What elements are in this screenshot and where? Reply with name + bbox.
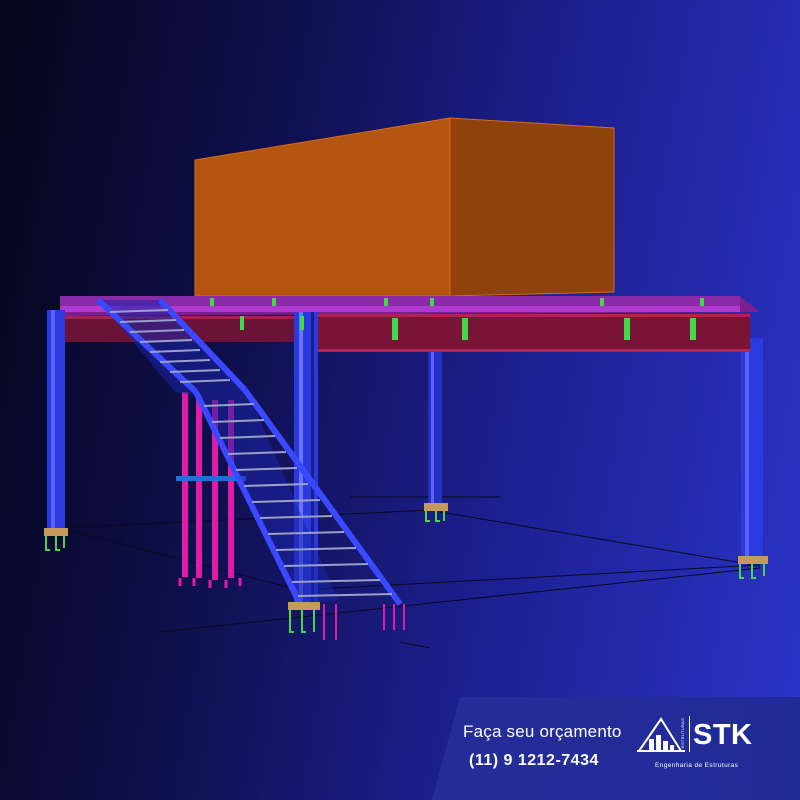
back-columns <box>428 338 763 560</box>
brand-tagline: Engenharia de Estruturas <box>655 762 739 769</box>
logo-divider <box>689 716 690 752</box>
orange-equipment-box <box>194 117 615 297</box>
logo-vertical-text: ESTRUTURAS <box>680 717 685 748</box>
cta-phone-number[interactable]: (11) 9 1212-7434 <box>469 752 599 770</box>
ground-lines <box>59 496 761 649</box>
brand-name: STK <box>693 719 753 751</box>
ad-canvas: Faça seu orçamento (11) 9 1212-7434 ESTR… <box>0 0 800 800</box>
cta-title: Faça seu orçamento <box>463 722 622 741</box>
steel-mezzanine-render <box>44 117 768 649</box>
